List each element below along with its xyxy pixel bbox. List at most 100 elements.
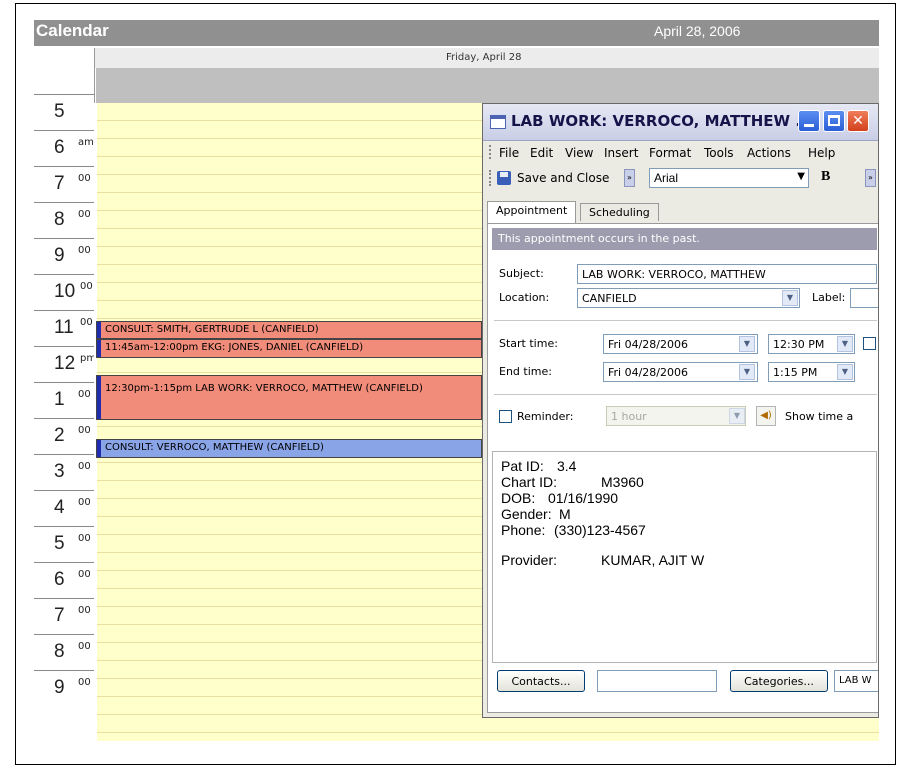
- day-header-label: Friday, April 28: [446, 52, 522, 63]
- location-dropdown-button[interactable]: ▼: [782, 290, 798, 306]
- menu-file[interactable]: File: [499, 146, 519, 160]
- hour-suffix: 00: [78, 497, 91, 508]
- appointment-consult-verroco[interactable]: CONSULT: VERROCO, MATTHEW (CANFIELD): [96, 439, 482, 458]
- end-date-dropdown-button[interactable]: ▼: [739, 364, 755, 380]
- chart-id-label: Chart ID:: [501, 474, 558, 490]
- maximize-button[interactable]: [823, 110, 845, 132]
- hour-slot: 5: [34, 94, 94, 130]
- start-date-input[interactable]: Fri 04/28/2006: [603, 334, 758, 354]
- pat-id-label: Pat ID:: [501, 458, 544, 474]
- font-select[interactable]: Arial ▼: [649, 168, 809, 188]
- start-time-dropdown-button[interactable]: ▼: [837, 336, 853, 352]
- all-day-band[interactable]: [96, 68, 879, 103]
- minimize-button[interactable]: [798, 110, 820, 132]
- chevron-down-icon: ▼: [797, 171, 805, 182]
- hour-suffix: 00: [78, 569, 91, 580]
- appointment-window-icon: [490, 115, 506, 129]
- font-select-value: Arial: [654, 171, 679, 185]
- toolbar-overflow-button[interactable]: »: [865, 169, 876, 187]
- toolbar-options-button[interactable]: »: [624, 169, 635, 187]
- menu-format[interactable]: Format: [649, 146, 691, 160]
- end-date-input[interactable]: Fri 04/28/2006: [603, 362, 758, 382]
- dialog-titlebar[interactable]: LAB WORK: VERROCO, MATTHEW ... ✕: [483, 104, 878, 141]
- notes-textarea[interactable]: Pat ID: 3.4 Chart ID: M3960 DOB: 01/16/1…: [492, 451, 877, 663]
- appointment-panel: This appointment occurs in the past. Sub…: [487, 223, 878, 713]
- menu-actions[interactable]: Actions: [747, 146, 791, 160]
- hour-number: 2: [54, 425, 65, 446]
- contacts-button[interactable]: Contacts...: [497, 670, 585, 692]
- categories-button[interactable]: Categories...: [730, 670, 828, 692]
- hour-suffix: pm: [80, 353, 95, 364]
- hour-suffix: 00: [78, 533, 91, 544]
- close-button[interactable]: ✕: [847, 110, 869, 132]
- provider-line: Provider: KUMAR, AJIT W: [501, 552, 704, 568]
- all-day-checkbox[interactable]: [863, 337, 876, 350]
- provider-label: Provider:: [501, 552, 558, 568]
- location-label: Location:: [499, 291, 550, 304]
- hour-slot: 9 00: [34, 670, 94, 706]
- subject-input[interactable]: LAB WORK: VERROCO, MATTHEW: [577, 264, 877, 284]
- hour-slot: 7 00: [34, 166, 94, 202]
- reminder-checkbox[interactable]: [499, 410, 512, 423]
- menu-tools[interactable]: Tools: [704, 146, 734, 160]
- hour-number: 5: [54, 101, 65, 122]
- appointment-text: 11:45am-12:00pm EKG: JONES, DANIEL (CANF…: [105, 342, 364, 353]
- appointment-lab-work-verroco[interactable]: 12:30pm-1:15pm LAB WORK: VERROCO, MATTHE…: [96, 375, 482, 420]
- reminder-sound-button[interactable]: ◀): [756, 406, 776, 426]
- toolbar: Save and Close » Arial ▼ B »: [483, 165, 878, 191]
- reminder-select[interactable]: 1 hour: [606, 406, 746, 426]
- end-date-value: Fri 04/28/2006: [608, 366, 689, 379]
- reminder-dropdown-button[interactable]: ▼: [729, 408, 745, 424]
- hour-number: 7: [54, 173, 65, 194]
- hour-slot: 3 00: [34, 454, 94, 490]
- label-select[interactable]: [850, 288, 878, 308]
- menu-view[interactable]: View: [565, 146, 593, 160]
- reminder-value: 1 hour: [611, 410, 647, 423]
- phone-line: Phone: (330)123-4567: [501, 522, 646, 538]
- hour-suffix: 00: [78, 245, 91, 256]
- hour-slot: 10 00: [34, 274, 94, 310]
- hour-slot: 2 00: [34, 418, 94, 454]
- calendar-title: Calendar: [36, 21, 109, 40]
- reminder-label: Reminder:: [517, 410, 574, 423]
- appointment-ekg-jones[interactable]: 11:45am-12:00pm EKG: JONES, DANIEL (CANF…: [96, 339, 482, 358]
- bold-button[interactable]: B: [821, 169, 830, 185]
- location-input[interactable]: CANFIELD: [577, 288, 800, 308]
- contacts-input[interactable]: [597, 670, 717, 692]
- pat-id-line: Pat ID: 3.4: [501, 458, 576, 474]
- menu-insert[interactable]: Insert: [604, 146, 638, 160]
- appointment-text: CONSULT: SMITH, GERTRUDE L (CANFIELD): [105, 324, 319, 335]
- end-time-label: End time:: [499, 365, 552, 378]
- appointment-text: 12:30pm-1:15pm LAB WORK: VERROCO, MATTHE…: [105, 383, 423, 394]
- menu-help[interactable]: Help: [808, 146, 835, 160]
- divider: [494, 394, 877, 395]
- gender-label: Gender:: [501, 506, 552, 522]
- minimize-icon: [804, 124, 814, 127]
- menu-grip-icon: [489, 145, 493, 159]
- tab-scheduling[interactable]: Scheduling: [580, 203, 659, 221]
- phone-value: (330)123-4567: [554, 522, 646, 538]
- hour-suffix: 00: [78, 389, 91, 400]
- hour-number: 1: [54, 389, 65, 410]
- show-time-as-label: Show time a: [785, 410, 854, 423]
- past-appointment-infobar: This appointment occurs in the past.: [492, 228, 877, 250]
- hour-slot: 4 00: [34, 490, 94, 526]
- tab-appointment[interactable]: Appointment: [487, 201, 577, 224]
- hour-suffix: 00: [78, 209, 91, 220]
- hour-number: 11: [54, 317, 74, 338]
- day-header[interactable]: Friday, April 28: [34, 48, 879, 68]
- calendar-date: April 28, 2006: [654, 23, 741, 39]
- appointment-consult-smith[interactable]: CONSULT: SMITH, GERTRUDE L (CANFIELD): [96, 321, 482, 339]
- start-date-dropdown-button[interactable]: ▼: [739, 336, 755, 352]
- end-time-dropdown-button[interactable]: ▼: [837, 364, 853, 380]
- hour-slot: 6 am: [34, 130, 94, 166]
- chart-id-value: M3960: [601, 474, 644, 490]
- dob-value: 01/16/1990: [548, 490, 619, 506]
- dialog-tabs: Appointment Scheduling: [483, 201, 878, 224]
- gender-line: Gender: M: [501, 506, 571, 522]
- hour-number: 3: [54, 461, 65, 482]
- menu-edit[interactable]: Edit: [530, 146, 553, 160]
- gender-value: M: [559, 506, 571, 522]
- categories-input[interactable]: LAB W: [834, 670, 878, 692]
- hour-slot: 8 00: [34, 634, 94, 670]
